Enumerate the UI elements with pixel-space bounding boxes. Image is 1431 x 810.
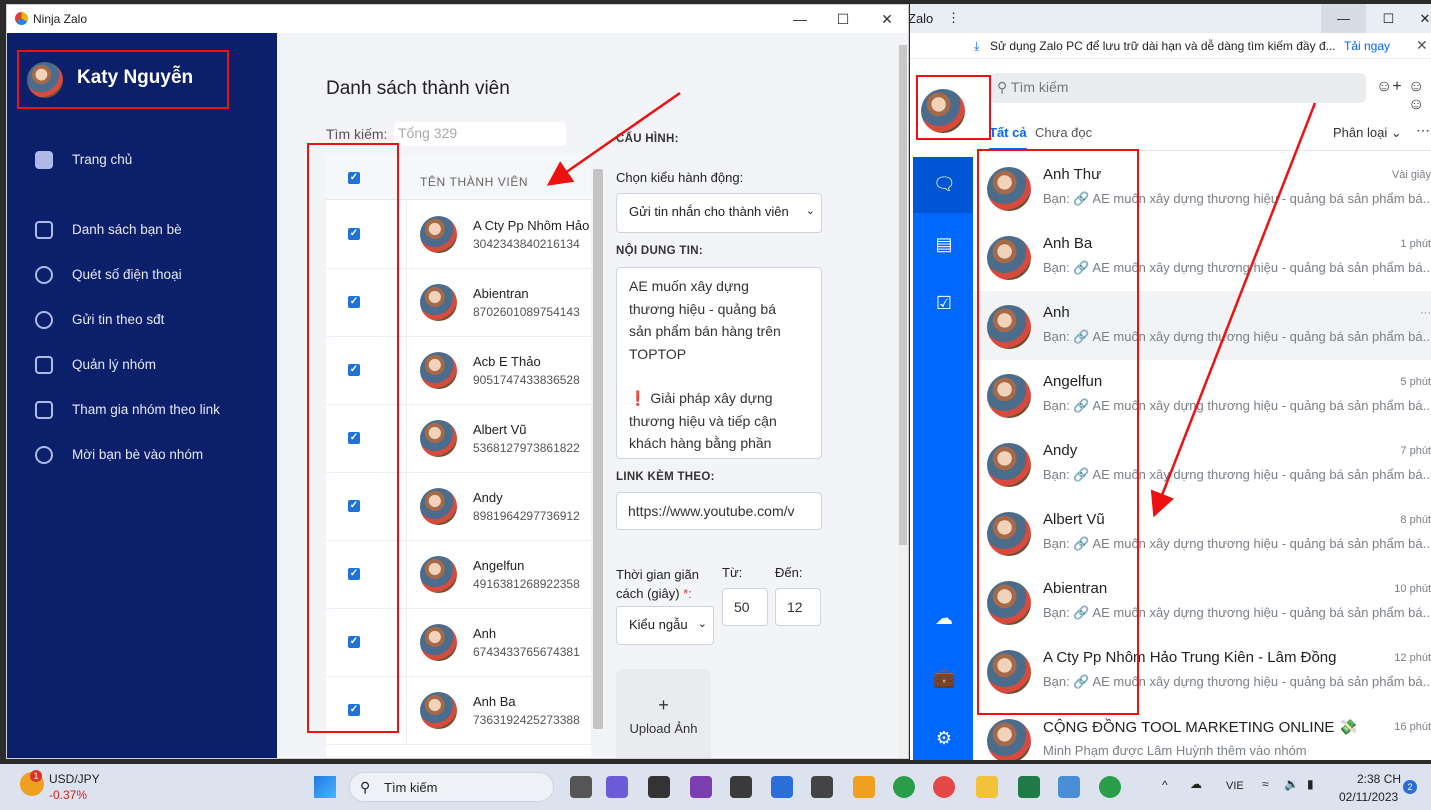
app-icon-y[interactable] <box>648 776 670 798</box>
arrow-left <box>546 91 681 186</box>
sticky-notes-icon[interactable] <box>730 776 752 798</box>
teams-icon[interactable] <box>606 776 628 798</box>
notification-badge: 1 <box>30 770 42 782</box>
search-icon: ⚲ <box>360 779 371 795</box>
taskbar-search-text: Tìm kiếm <box>384 780 438 795</box>
chrome-icon[interactable] <box>1099 776 1121 798</box>
clock-time[interactable]: 2:38 CH <box>1357 772 1401 786</box>
arrow-right <box>1150 102 1317 518</box>
file-explorer-icon[interactable] <box>976 776 998 798</box>
ticker-name[interactable]: USD/JPY <box>49 772 100 786</box>
language-indicator[interactable]: VIE <box>1226 780 1244 792</box>
ticker-change: -0.37% <box>49 788 88 802</box>
annotation-arrows <box>546 91 1317 518</box>
start-icon[interactable] <box>314 776 336 798</box>
battery-icon[interactable]: ▮ <box>1307 777 1314 791</box>
notepad-icon[interactable] <box>1058 776 1080 798</box>
wifi-icon[interactable]: ≈ <box>1262 777 1269 791</box>
tray-chevron-icon[interactable]: ^ <box>1162 778 1168 792</box>
app-icon-red[interactable] <box>933 776 955 798</box>
excel-icon[interactable] <box>1018 776 1040 798</box>
taskbar: 1 USD/JPY -0.37% ⚲ Tìm kiếm ^ ☁ VIE ≈ 🔉 … <box>0 764 1431 810</box>
onenote-icon[interactable] <box>690 776 712 798</box>
onedrive-icon[interactable]: ☁ <box>1190 777 1202 791</box>
taskbar-search[interactable]: ⚲ Tìm kiếm <box>349 772 554 802</box>
app-icon-f[interactable] <box>811 776 833 798</box>
notification-count[interactable]: 2 <box>1403 780 1417 794</box>
ninja-zalo-taskbar-icon[interactable] <box>853 776 875 798</box>
calendar-icon[interactable] <box>771 776 793 798</box>
chrome-icon[interactable] <box>893 776 915 798</box>
taskview-icon[interactable] <box>570 776 592 798</box>
clock-date[interactable]: 02/11/2023 <box>1339 790 1398 804</box>
volume-icon[interactable]: 🔉 <box>1284 777 1299 791</box>
